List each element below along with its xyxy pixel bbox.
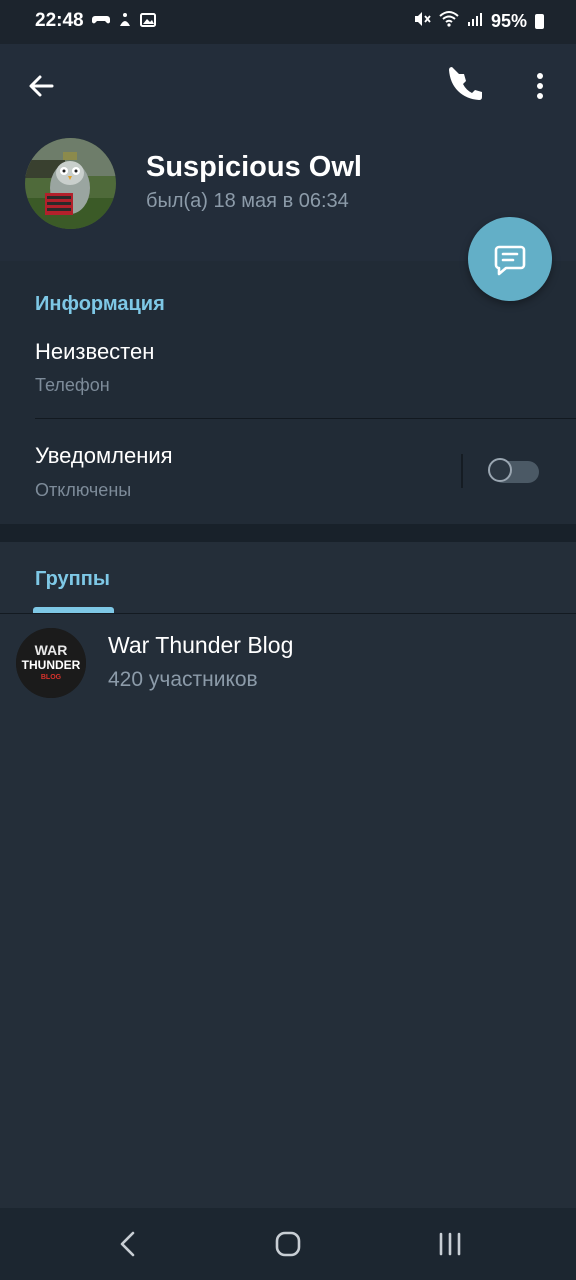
image-icon xyxy=(140,12,156,33)
group-logo-top: WAR xyxy=(35,642,68,658)
info-section: Информация Неизвестен Телефон Уведомлени… xyxy=(0,261,576,524)
toggle-knob xyxy=(488,458,512,482)
group-logo-mid: THUNDER xyxy=(22,658,81,672)
battery-percent: 95% xyxy=(490,11,527,31)
group-members: 420 участников xyxy=(108,668,258,691)
groups-tab-label: Группы xyxy=(35,568,110,590)
more-vertical-icon xyxy=(537,73,543,99)
divider xyxy=(0,613,576,614)
notification-icons xyxy=(92,12,156,33)
system-status: 95% xyxy=(413,10,544,33)
gamepad-icon xyxy=(92,12,110,33)
signal-icon xyxy=(467,11,483,32)
chevron-left-icon xyxy=(120,1231,135,1257)
home-icon xyxy=(275,1231,301,1257)
notifications-status: Отключены xyxy=(35,480,132,500)
list-item[interactable]: WAR THUNDER BLOG War Thunder Blog 420 уч… xyxy=(0,618,576,710)
wifi-icon xyxy=(439,10,459,33)
info-title: Информация xyxy=(35,293,165,315)
tab-groups[interactable]: Группы xyxy=(0,542,140,614)
profile-name: Suspicious Owl xyxy=(146,151,362,183)
more-options-button[interactable] xyxy=(520,66,560,106)
group-name: War Thunder Blog xyxy=(108,632,294,658)
nav-back-button[interactable] xyxy=(106,1222,150,1266)
notifications-toggle[interactable] xyxy=(488,458,539,484)
message-button[interactable] xyxy=(468,217,552,301)
groups-section: Группы WAR THUNDER BLOG War Thunder Blog… xyxy=(0,542,576,1208)
vertical-divider xyxy=(461,454,463,488)
battery-icon xyxy=(535,14,544,29)
phone-value[interactable]: Неизвестен xyxy=(35,339,154,365)
last-seen-status: был(а) 18 мая в 06:34 xyxy=(146,190,349,212)
divider xyxy=(35,418,576,419)
call-button[interactable] xyxy=(448,66,488,106)
mute-icon xyxy=(413,10,431,33)
phone-label: Телефон xyxy=(35,375,110,395)
back-button[interactable] xyxy=(22,66,62,106)
phone-icon xyxy=(449,67,482,100)
chat-icon xyxy=(494,245,526,276)
arrow-left-icon xyxy=(29,75,54,97)
nav-recents-button[interactable] xyxy=(428,1222,472,1266)
group-logo-bottom: BLOG xyxy=(41,674,62,681)
status-bar: 22:48 95% xyxy=(0,0,576,44)
avatar[interactable] xyxy=(25,138,116,229)
recents-icon xyxy=(439,1232,461,1256)
section-separator xyxy=(0,524,576,542)
notifications-label[interactable]: Уведомления xyxy=(35,443,173,469)
group-avatar: WAR THUNDER BLOG xyxy=(16,628,86,698)
accessibility-icon xyxy=(117,12,133,33)
system-nav-bar xyxy=(0,1208,576,1280)
nav-home-button[interactable] xyxy=(266,1222,310,1266)
status-time: 22:48 xyxy=(35,10,84,31)
